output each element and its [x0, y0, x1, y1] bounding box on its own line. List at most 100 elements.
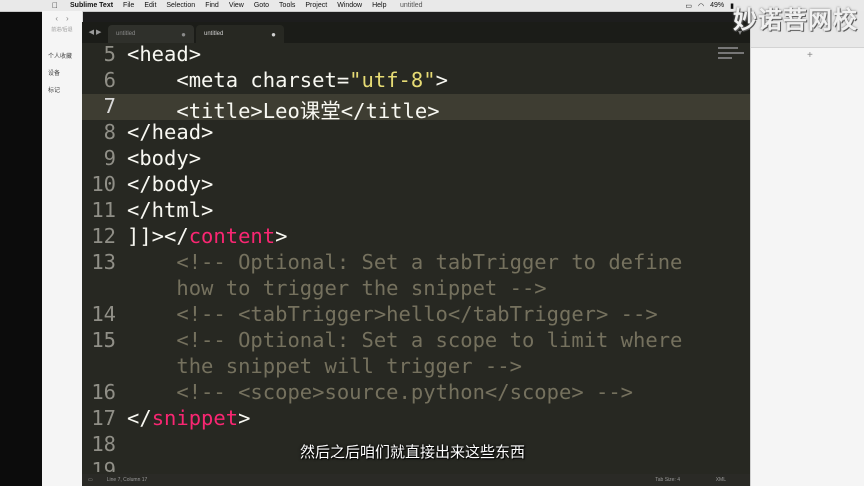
line-number: 14	[91, 302, 116, 326]
status-icons: ▭ ◠ 49% ▮	[685, 2, 734, 10]
finder-sidebar: ‹ › 前进/后退 个人收藏 设备 标记	[42, 11, 83, 486]
menu-selection[interactable]: Selection	[166, 2, 195, 9]
line-number: 18	[91, 432, 116, 456]
unsaved-dot-icon[interactable]: ●	[181, 30, 186, 39]
sidebar-item-tags[interactable]: 标记	[48, 85, 82, 94]
code-token: the snippet will trigger -->	[127, 354, 522, 378]
line-number: 17	[91, 406, 116, 430]
status-bar: ▭ Line 7, Column 17 Tab Size: 4 XML	[82, 474, 750, 486]
line-number: 10	[91, 172, 116, 196]
code-token: <!-- <tabTrigger>hello</tabTrigger> -->	[127, 302, 658, 326]
line-number: 19	[91, 458, 116, 472]
code-token: snippet	[151, 406, 239, 430]
line-text: <!-- <scope>source.python</scope> -->	[127, 380, 633, 404]
minimap[interactable]	[718, 44, 748, 84]
tab-size[interactable]: Tab Size: 4	[655, 477, 680, 483]
tab-untitled-2[interactable]: untitled ●	[196, 25, 284, 43]
line-text: <!-- Optional: Set a scope to limit wher…	[127, 328, 682, 352]
line-text: ]]></content>	[127, 224, 287, 248]
code-token: >	[238, 406, 251, 430]
code-line[interactable]: 5 <head>	[82, 44, 750, 68]
line-text: <body>	[127, 146, 201, 170]
code-token: >	[435, 68, 448, 92]
code-token: how to trigger the snippet -->	[127, 276, 547, 300]
code-line[interactable]: 6 <meta charset="utf-8">	[82, 68, 750, 94]
menu-window[interactable]: Window	[337, 2, 362, 9]
code-token: "utf-8"	[349, 68, 436, 92]
code-token: <!-- Optional: Set a scope to limit wher…	[127, 328, 683, 352]
code-line[interactable]: 10 </body>	[82, 172, 750, 198]
code-token: content	[188, 224, 276, 248]
tab-label: untitled	[204, 31, 224, 37]
tab-untitled-1[interactable]: untitled ●	[108, 25, 194, 43]
line-number: 15	[91, 328, 116, 352]
tab-label: untitled	[116, 31, 136, 37]
menu-project[interactable]: Project	[305, 2, 327, 9]
code-token: </body>	[127, 172, 214, 196]
line-text: </html>	[127, 198, 213, 222]
code-line[interactable]: 8 </head>	[82, 120, 750, 146]
code-line[interactable]: 15 <!-- Optional: Set a scope to limit w…	[82, 328, 750, 354]
menu-view[interactable]: View	[229, 2, 244, 9]
cursor-position: Line 7, Column 17	[106, 477, 148, 483]
panel-toggle-icon[interactable]: ▭	[88, 477, 93, 483]
code-line[interactable]: 12 ]]></content>	[82, 224, 750, 250]
menu-goto[interactable]: Goto	[254, 2, 269, 9]
line-number: 12	[91, 224, 116, 248]
code-line[interactable]: 17 </snippet>	[82, 406, 750, 432]
code-line[interactable]: how to trigger the snippet -->	[82, 276, 750, 302]
menu-app-name[interactable]: Sublime Text	[70, 2, 113, 9]
code-token: <head>	[127, 44, 202, 66]
unsaved-dot-icon[interactable]: ●	[271, 30, 276, 39]
line-number: 11	[91, 198, 116, 222]
menu-file[interactable]: File	[123, 2, 134, 9]
line-text: the snippet will trigger -->	[127, 354, 522, 378]
code-line[interactable]: 11 </html>	[82, 198, 750, 224]
line-number: 9	[103, 146, 116, 170]
apple-icon[interactable]: 	[52, 1, 62, 10]
sidebar-item-devices[interactable]: 设备	[48, 68, 82, 77]
nav-buttons: ‹ ›	[42, 11, 82, 25]
watermark-logo: 妙诺菩网校	[733, 7, 858, 34]
line-number: 8	[103, 120, 116, 144]
tab-bar: ◀ ▶ untitled ● untitled ● ▾	[82, 22, 750, 43]
line-text: <!-- <tabTrigger>hello</tabTrigger> -->	[127, 302, 658, 326]
menu-help[interactable]: Help	[372, 2, 386, 9]
plus-icon[interactable]: +	[807, 50, 813, 61]
screen-icon[interactable]: ▭	[685, 2, 692, 10]
syntax-mode[interactable]: XML	[716, 477, 726, 483]
tab-nav-arrows-icon[interactable]: ◀ ▶	[82, 28, 108, 43]
video-subtitle: 然后之后咱们就直接出来这些东西	[300, 444, 526, 461]
back-icon[interactable]: ‹	[55, 14, 58, 23]
code-token: </html>	[127, 198, 214, 222]
line-number: 16	[91, 380, 116, 404]
code-line[interactable]: 7 <title>Leo课堂</title>	[82, 94, 750, 123]
wifi-icon[interactable]: ◠	[698, 2, 704, 10]
code-token: ]]></	[127, 224, 189, 248]
code-line[interactable]: 14 <!-- <tabTrigger>hello</tabTrigger> -…	[82, 302, 750, 328]
code-line[interactable]: 9 <body>	[82, 146, 750, 172]
code-line[interactable]: 13 <!-- Optional: Set a tabTrigger to de…	[82, 250, 750, 276]
code-token: </	[127, 406, 152, 430]
menu-find[interactable]: Find	[205, 2, 219, 9]
line-number: 5	[103, 44, 116, 66]
sidebar-item-favorites[interactable]: 个人收藏	[48, 51, 82, 60]
battery-text: 49%	[710, 2, 725, 9]
code-token: <!-- <scope>source.python</scope> -->	[127, 380, 634, 404]
code-line[interactable]: the snippet will trigger -->	[82, 354, 750, 380]
code-token: <body>	[127, 146, 202, 170]
line-text: <head>	[127, 44, 201, 66]
background-window: +	[750, 11, 864, 486]
code-view[interactable]: 5 <head> 6 <meta charset="utf-8"> 7 <title>…	[82, 44, 750, 472]
line-text: <!-- Optional: Set a tabTrigger to defin…	[127, 250, 682, 274]
nav-label: 前进/后退	[51, 27, 73, 33]
code-token: <!-- Optional: Set a tabTrigger to defin…	[127, 250, 683, 274]
line-text: </snippet>	[127, 406, 250, 430]
window-title: untitled	[400, 2, 423, 9]
line-text: </body>	[127, 172, 213, 196]
forward-icon[interactable]: ›	[66, 14, 69, 23]
menu-tools[interactable]: Tools	[279, 2, 295, 9]
menu-edit[interactable]: Edit	[144, 2, 156, 9]
line-number: 6	[103, 68, 116, 92]
code-line[interactable]: 16 <!-- <scope>source.python</scope> -->	[82, 380, 750, 406]
